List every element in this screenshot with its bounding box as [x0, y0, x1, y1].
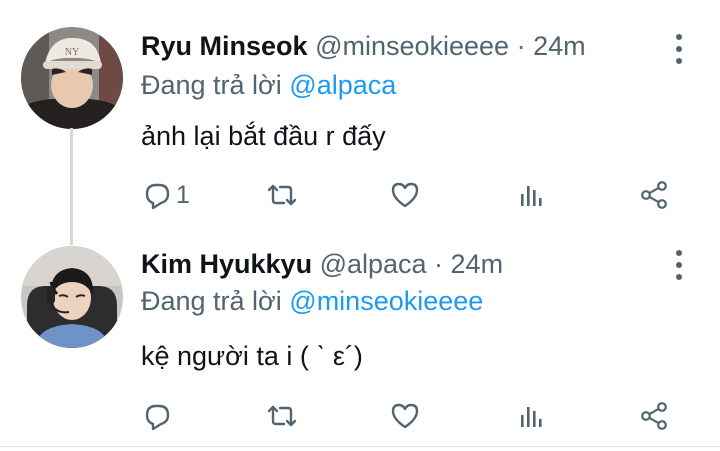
- replying-to-label: Đang trả lời: [141, 286, 282, 316]
- tweet[interactable]: NY Ryu Minseok @minseokieeee · 24m Đang …: [0, 0, 720, 222]
- reply-icon: [145, 404, 170, 431]
- like-button[interactable]: [390, 175, 420, 215]
- handle-and-time: @minseokieeee · 24m: [315, 31, 586, 61]
- share-icon: [641, 181, 667, 209]
- retweet-icon: [267, 184, 297, 206]
- stats-icon: [521, 186, 542, 206]
- replying-to-label: Đang trả lời: [141, 70, 282, 100]
- retweet-button[interactable]: [265, 396, 299, 436]
- replying-to: Đang trả lời @minseokieeee: [141, 284, 483, 318]
- replying-to: Đang trả lời @alpaca: [141, 68, 396, 102]
- tweet-actions: 1: [0, 175, 720, 215]
- heart-icon: [391, 182, 419, 208]
- more-vertical-icon[interactable]: [672, 34, 686, 64]
- tweet-text: ảnh lại bắt đầu r đấy: [141, 121, 386, 151]
- retweet-icon: [267, 405, 297, 427]
- tweet[interactable]: Kim Hyukkyu @alpaca · 24m Đang trả lời @…: [0, 222, 720, 447]
- tweet-thread: NY Ryu Minseok @minseokieeee · 24m Đang …: [0, 0, 720, 451]
- avatar-photo: [21, 246, 123, 348]
- stats-button[interactable]: [516, 175, 546, 215]
- tweet-text: kệ người ta i ( ˋ ε´): [141, 341, 363, 371]
- like-button[interactable]: [390, 396, 420, 436]
- tweet-actions: [0, 396, 720, 436]
- avatar[interactable]: [21, 246, 123, 348]
- tweet-header: Kim Hyukkyu @alpaca · 24m: [141, 246, 503, 282]
- replying-to-handle[interactable]: @minseokieeee: [289, 286, 483, 316]
- reply-button[interactable]: [142, 396, 176, 436]
- svg-text:NY: NY: [65, 47, 79, 58]
- handle-and-time: @alpaca · 24m: [319, 249, 504, 279]
- more-vertical-icon[interactable]: [672, 250, 686, 280]
- display-name[interactable]: Kim Hyukkyu: [141, 249, 312, 279]
- share-icon: [641, 402, 667, 430]
- reply-icon: [145, 183, 170, 210]
- replying-to-handle[interactable]: @alpaca: [289, 70, 396, 100]
- share-button[interactable]: [639, 175, 669, 215]
- tweet-header: Ryu Minseok @minseokieeee · 24m: [141, 28, 586, 64]
- display-name[interactable]: Ryu Minseok: [141, 31, 308, 61]
- stats-button[interactable]: [516, 396, 546, 436]
- stats-icon: [521, 407, 542, 427]
- avatar-photo: NY: [21, 27, 123, 129]
- divider: [0, 446, 720, 447]
- share-button[interactable]: [639, 396, 669, 436]
- heart-icon: [391, 403, 419, 429]
- reply-count: 1: [176, 180, 190, 209]
- reply-button[interactable]: 1: [142, 175, 190, 215]
- avatar[interactable]: NY: [21, 27, 123, 129]
- retweet-button[interactable]: [265, 175, 299, 215]
